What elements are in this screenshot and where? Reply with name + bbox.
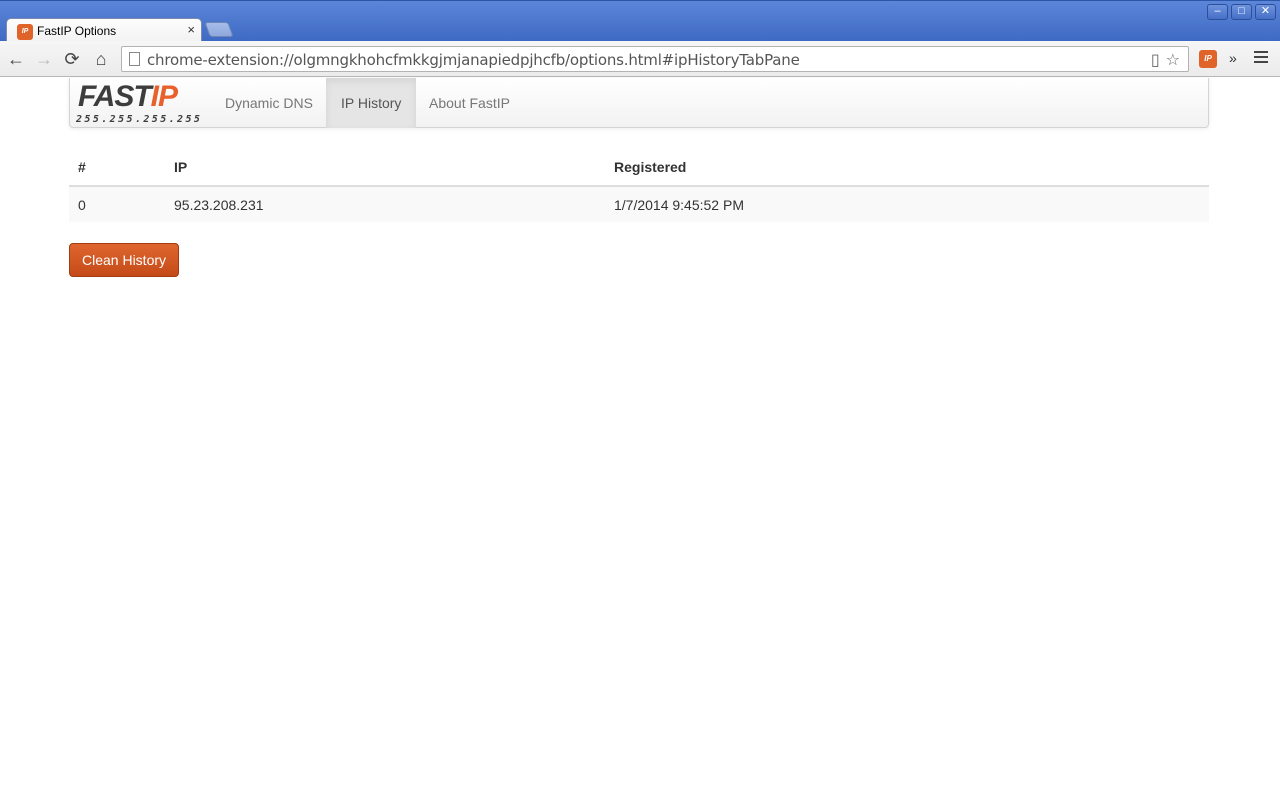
forward-arrow-icon[interactable]: → — [34, 49, 54, 69]
reload-icon[interactable]: ⟳ — [62, 49, 82, 69]
fastip-favicon-icon: IP — [17, 24, 33, 40]
ip-history-table: # IP Registered 0 95.23.208.231 1/7/2014… — [69, 148, 1209, 222]
column-header-ip: IP — [165, 148, 605, 187]
minimize-button[interactable]: – — [1207, 4, 1228, 20]
page-icon — [129, 52, 140, 66]
brand-subtitle: 255.255.255.255 — [76, 114, 203, 125]
url-text[interactable]: chrome-extension://olgmngkhohcfmkkgjmjan… — [147, 51, 800, 69]
bookmark-star-icon[interactable]: ☆ — [1166, 50, 1180, 70]
address-bar[interactable]: chrome-extension://olgmngkhohcfmkkgjmjan… — [121, 46, 1189, 72]
cell-index: 0 — [69, 186, 165, 222]
brand-main: FAST — [78, 80, 152, 113]
extensions-overflow-icon[interactable]: » — [1229, 50, 1237, 66]
clean-history-button[interactable]: Clean History — [69, 243, 179, 277]
tab-close-icon[interactable]: × — [187, 22, 195, 37]
browser-toolbar: ← → ⟳ ⌂ chrome-extension://olgmngkhohcfm… — [0, 41, 1280, 77]
back-arrow-icon[interactable]: ← — [6, 49, 26, 69]
cell-ip: 95.23.208.231 — [165, 186, 605, 222]
page-action-icon[interactable]: ▯ — [1151, 50, 1160, 70]
brand-text: FASTIP — [78, 80, 178, 114]
brand-accent: IP — [150, 80, 178, 113]
tab-dynamic-dns[interactable]: Dynamic DNS — [210, 78, 328, 128]
browser-tab[interactable]: IP FastIP Options × — [6, 18, 202, 43]
close-window-button[interactable]: ✕ — [1255, 4, 1276, 20]
fastip-extension-icon[interactable]: IP — [1199, 50, 1217, 68]
cell-registered: 1/7/2014 9:45:52 PM — [605, 186, 1209, 222]
options-navbar: FASTIP 255.255.255.255 Dynamic DNS IP Hi… — [69, 78, 1209, 128]
omnibox-actions: ▯ ☆ — [1151, 50, 1180, 70]
new-tab-button[interactable] — [204, 22, 234, 37]
tab-title: FastIP Options — [37, 24, 117, 38]
window-titlebar: IP FastIP Options × – □ ✕ — [0, 0, 1280, 43]
tab-about-fastip[interactable]: About FastIP — [414, 78, 525, 128]
table-header-row: # IP Registered — [69, 148, 1209, 187]
chrome-menu-icon[interactable] — [1254, 51, 1268, 66]
home-icon[interactable]: ⌂ — [91, 49, 111, 69]
fastip-logo[interactable]: FASTIP 255.255.255.255 — [76, 80, 208, 126]
column-header-index: # — [69, 148, 165, 187]
window-controls: – □ ✕ — [1207, 4, 1276, 20]
tab-ip-history[interactable]: IP History — [326, 78, 417, 128]
column-header-registered: Registered — [605, 148, 1209, 187]
maximize-button[interactable]: □ — [1231, 4, 1252, 20]
table-row: 0 95.23.208.231 1/7/2014 9:45:52 PM — [69, 186, 1209, 222]
